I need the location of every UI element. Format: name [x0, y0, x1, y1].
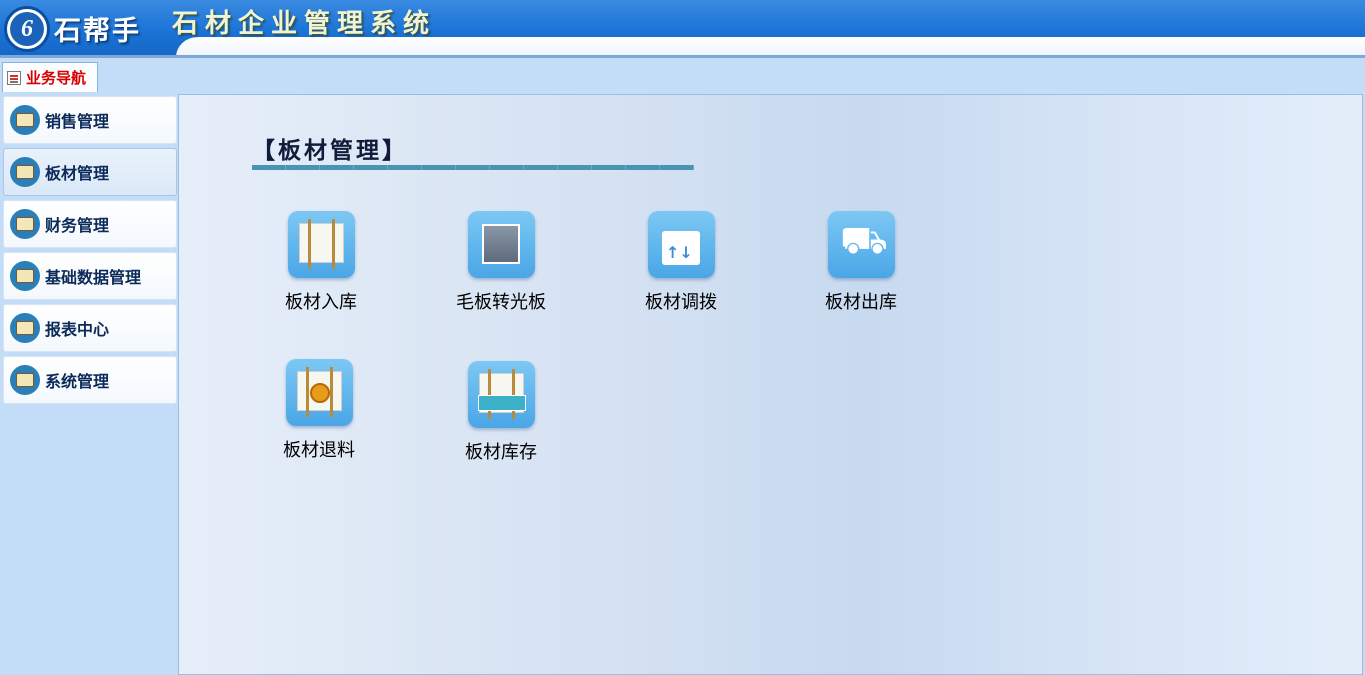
sidebar-item-label: 板材管理 — [45, 164, 110, 183]
system-icon — [10, 365, 40, 395]
tile-label: 毛板转光板 — [456, 292, 546, 313]
sidebar-item-system[interactable]: 系统管理 — [3, 356, 177, 404]
tile-label: 板材库存 — [465, 442, 537, 463]
tile-label: 板材入库 — [285, 292, 357, 313]
tile-label: 板材退料 — [283, 440, 355, 461]
tile-slab-inventory[interactable]: 板材库存 — [441, 361, 561, 471]
sidebar-item-finance[interactable]: 财务管理 — [3, 200, 177, 248]
notepad-icon — [7, 70, 21, 85]
tile-rough-to-polished[interactable]: 毛板转光板 — [441, 211, 561, 321]
tile-slab-outbound[interactable]: ⛟ 板材出库 — [801, 211, 921, 321]
sidebar-item-slab[interactable]: 板材管理 — [3, 148, 177, 196]
sidebar-item-reports[interactable]: 报表中心 — [3, 304, 177, 352]
report-icon — [10, 313, 40, 343]
tile-slab-inbound[interactable]: 板材入库 — [261, 211, 381, 321]
main-content: 【板材管理】 板材入库 毛板转光板 ↑↓ 板材调拨 ⛟ 板材出库 板材退料 板材… — [178, 94, 1363, 675]
sidebar-item-label: 系统管理 — [45, 372, 110, 391]
sidebar: 销售管理 板材管理 财务管理 基础数据管理 报表中心 系统管理 — [0, 94, 178, 675]
slab-inventory-icon — [468, 361, 535, 428]
sidebar-item-label: 基础数据管理 — [45, 268, 142, 287]
slab-icon — [10, 157, 40, 187]
logo-mark: 6 — [10, 12, 44, 46]
slab-transfer-icon: ↑↓ — [648, 211, 715, 278]
tile-label: 板材调拨 — [645, 292, 717, 313]
sidebar-item-base-data[interactable]: 基础数据管理 — [3, 252, 177, 300]
finance-icon — [10, 209, 40, 239]
tile-label: 板材出库 — [825, 292, 897, 313]
sidebar-item-label: 销售管理 — [45, 112, 110, 131]
app-title: 石材企业管理系统 — [172, 9, 437, 38]
logo-icon: 6 — [4, 6, 50, 52]
slab-outbound-icon: ⛟ — [828, 211, 895, 278]
tab-bar: 业务导航 — [0, 58, 1365, 92]
section-title: 【板材管理】 — [252, 138, 408, 163]
tab-label: 业务导航 — [26, 69, 87, 87]
section-underline — [252, 165, 694, 170]
app-header: 6 石帮手 石材企业管理系统 — [0, 0, 1365, 58]
slab-inbound-icon — [288, 211, 355, 278]
sales-icon — [10, 105, 40, 135]
sidebar-item-sales[interactable]: 销售管理 — [3, 96, 177, 144]
tile-slab-transfer[interactable]: ↑↓ 板材调拨 — [621, 211, 741, 321]
slab-return-icon — [286, 359, 353, 426]
brand-name: 石帮手 — [54, 16, 141, 46]
sidebar-item-label: 财务管理 — [45, 216, 110, 235]
tab-business-nav[interactable]: 业务导航 — [2, 62, 98, 92]
base-data-icon — [10, 261, 40, 291]
rough-to-polished-icon — [468, 211, 535, 278]
tile-slab-return[interactable]: 板材退料 — [259, 359, 379, 469]
sidebar-item-label: 报表中心 — [45, 320, 110, 339]
